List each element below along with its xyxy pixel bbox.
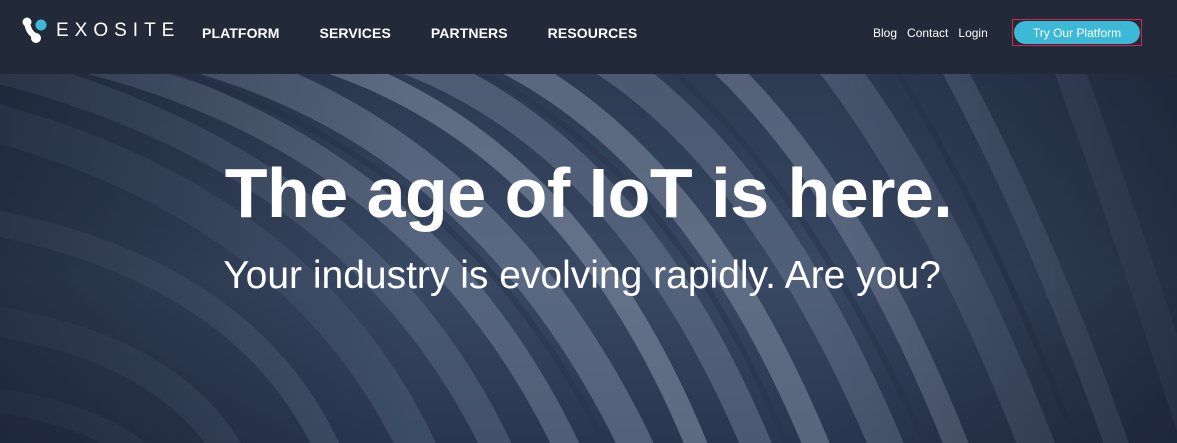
logo-link[interactable]: EXOSITE bbox=[22, 16, 180, 46]
main-nav: PLATFORM SERVICES PARTNERS RESOURCES bbox=[202, 0, 677, 66]
try-platform-button-focus-outline: Try Our Platform bbox=[1012, 19, 1142, 46]
hero-section: The age of IoT is here. Your industry is… bbox=[0, 74, 1177, 443]
nav-partners[interactable]: PARTNERS bbox=[431, 25, 508, 41]
logo-text: EXOSITE bbox=[56, 20, 181, 41]
site-header: EXOSITE PLATFORM SERVICES PARTNERS RESOU… bbox=[0, 0, 1177, 74]
hero-title: The age of IoT is here. bbox=[224, 154, 953, 232]
login-link[interactable]: Login bbox=[958, 26, 987, 40]
nav-platform[interactable]: PLATFORM bbox=[202, 25, 280, 41]
hero-subtitle: Your industry is evolving rapidly. Are y… bbox=[223, 254, 941, 297]
contact-link[interactable]: Contact bbox=[907, 26, 948, 40]
nav-resources[interactable]: RESOURCES bbox=[548, 25, 638, 41]
try-platform-button[interactable]: Try Our Platform bbox=[1014, 21, 1140, 44]
exosite-logo-icon bbox=[22, 17, 47, 43]
blog-link[interactable]: Blog bbox=[873, 26, 897, 40]
nav-services[interactable]: SERVICES bbox=[320, 25, 391, 41]
page: EXOSITE PLATFORM SERVICES PARTNERS RESOU… bbox=[0, 0, 1177, 443]
utility-nav: Blog Contact Login bbox=[873, 0, 998, 66]
